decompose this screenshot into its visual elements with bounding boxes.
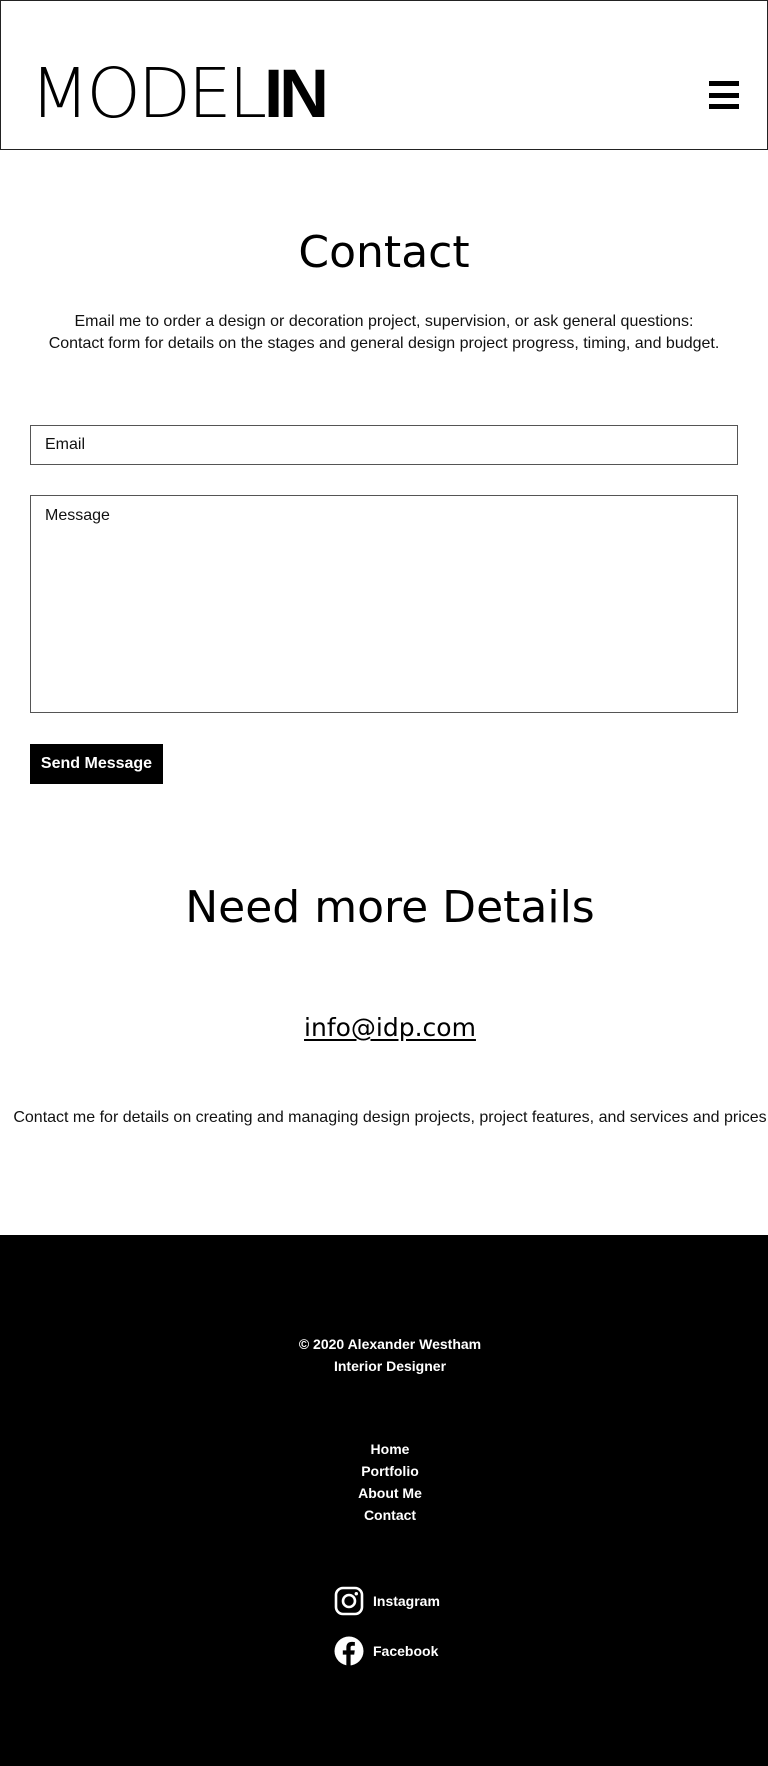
footer-credits: © 2020 Alexander Westham Interior Design…	[0, 1333, 768, 1377]
footer-nav-portfolio[interactable]: Portfolio	[0, 1460, 768, 1482]
email-placeholder: Email	[45, 436, 86, 453]
facebook-label: Facebook	[373, 1643, 439, 1659]
send-message-button[interactable]: Send Message	[30, 744, 163, 784]
email-field[interactable]: Email	[30, 425, 738, 465]
footer-nav-home[interactable]: Home	[0, 1438, 768, 1460]
footer-nav-about[interactable]: About Me	[0, 1482, 768, 1504]
contact-intro: Email me to order a design or decoration…	[0, 311, 768, 355]
social-facebook[interactable]: Facebook	[334, 1635, 474, 1667]
details-text: Contact me for details on creating and m…	[13, 1109, 767, 1126]
footer-nav-contact[interactable]: Contact	[0, 1504, 768, 1526]
contact-title: Contact	[298, 227, 470, 278]
social-instagram[interactable]: Instagram	[334, 1585, 474, 1617]
logo-light-text: MODEL	[30, 54, 267, 134]
intro-line-1: Email me to order a design or decoration…	[74, 313, 694, 330]
footer-nav: Home Portfolio About Me Contact	[0, 1438, 768, 1526]
message-placeholder: Message	[45, 507, 110, 524]
site-logo[interactable]: MODELIN	[30, 59, 329, 129]
message-field[interactable]: Message	[30, 495, 738, 713]
role-text: Interior Designer	[333, 1358, 447, 1374]
email-link-wrapper: info@idp.com	[0, 1010, 768, 1046]
hamburger-menu-icon[interactable]	[709, 81, 739, 109]
instagram-icon	[334, 1586, 364, 1616]
intro-line-2: Contact form for details on the stages a…	[48, 335, 720, 352]
site-header: MODELIN	[0, 0, 768, 150]
details-title: Need more Details	[185, 882, 595, 933]
logo-bold-text: IN	[264, 55, 329, 132]
facebook-icon	[334, 1636, 364, 1666]
instagram-label: Instagram	[373, 1593, 440, 1609]
email-link[interactable]: info@idp.com	[304, 1013, 476, 1042]
copyright-text: © 2020 Alexander Westham	[298, 1336, 482, 1352]
site-footer: © 2020 Alexander Westham Interior Design…	[0, 1235, 768, 1766]
